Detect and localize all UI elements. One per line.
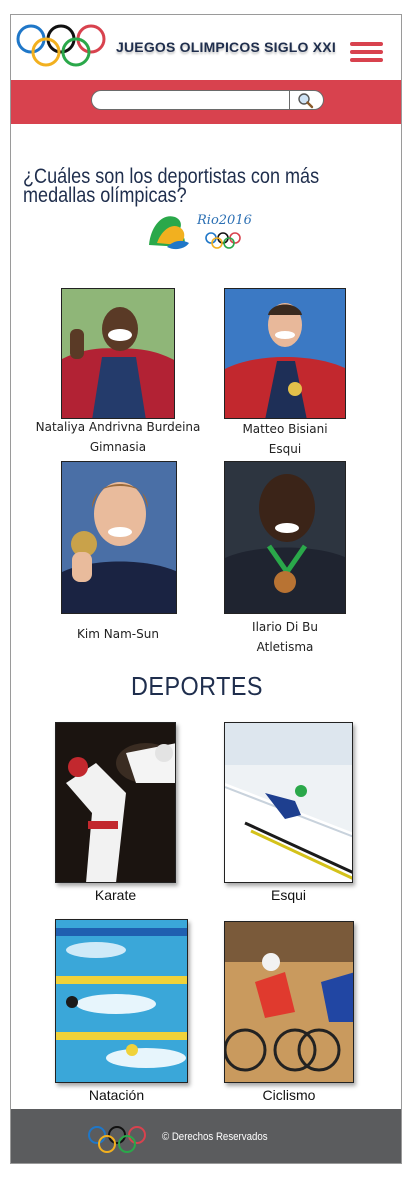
sport-caption-natacion: Natación	[88, 1087, 145, 1103]
sports-section-title: DEPORTES	[131, 671, 263, 701]
sport-card-natacion[interactable]	[55, 919, 188, 1083]
footer: © Derechos Reservados	[11, 1109, 401, 1163]
header: JUEGOS OLIMPICOS SIGLO XXI	[11, 15, 401, 79]
search-bar	[11, 80, 401, 124]
athlete-photo-2[interactable]	[224, 288, 346, 419]
athlete-sport: Esqui	[268, 442, 302, 456]
copyright-text: © Derechos Reservados	[162, 1131, 268, 1143]
athlete-sport: Atletisma	[256, 640, 314, 654]
olympic-rings-icon	[88, 1126, 146, 1153]
sport-caption-karate: Karate	[94, 887, 137, 903]
rio2016-logo-text: Rio2016	[196, 213, 252, 228]
athlete-caption-4: Ilario Di Bu Atletisma	[211, 617, 359, 657]
sport-caption-ciclismo: Ciclismo	[262, 1087, 316, 1103]
athlete-photo-3[interactable]	[61, 461, 177, 614]
athlete-sport: Gimnasia	[89, 440, 147, 454]
magnifier-search-icon	[298, 93, 314, 109]
sport-caption-esqui: Esqui	[270, 887, 307, 903]
sport-card-ciclismo[interactable]	[224, 921, 354, 1083]
olympic-rings-icon[interactable]	[15, 23, 109, 69]
athlete-photo-1[interactable]	[61, 288, 175, 419]
search-input[interactable]	[91, 90, 289, 110]
app-title: JUEGOS OLIMPICOS SIGLO XXI	[116, 39, 336, 55]
page-frame: JUEGOS OLIMPICOS SIGLO XXI ¿Cuáles son l…	[10, 14, 402, 1164]
athlete-name: Kim Nam-Sun	[77, 627, 159, 641]
search-button[interactable]	[289, 90, 324, 110]
rio2016-logo: Rio2016	[149, 213, 252, 250]
athlete-photo-4[interactable]	[224, 461, 346, 614]
sport-card-karate[interactable]	[55, 722, 176, 883]
athlete-caption-1: Nataliya Andrivna Burdeina Gimnasia	[31, 417, 205, 457]
hamburger-menu-icon[interactable]	[350, 42, 383, 62]
athlete-name: Matteo Bisiani	[242, 422, 328, 436]
athlete-caption-2: Matteo Bisiani Esqui	[211, 419, 359, 459]
athlete-caption-3: Kim Nam-Sun	[43, 624, 193, 644]
athlete-name: Nataliya Andrivna Burdeina	[35, 420, 201, 434]
page-question-heading: ¿Cuáles son los deportistas con más meda…	[23, 165, 320, 207]
athlete-name: Ilario Di Bu	[252, 620, 318, 634]
sport-card-esqui[interactable]	[224, 722, 353, 883]
